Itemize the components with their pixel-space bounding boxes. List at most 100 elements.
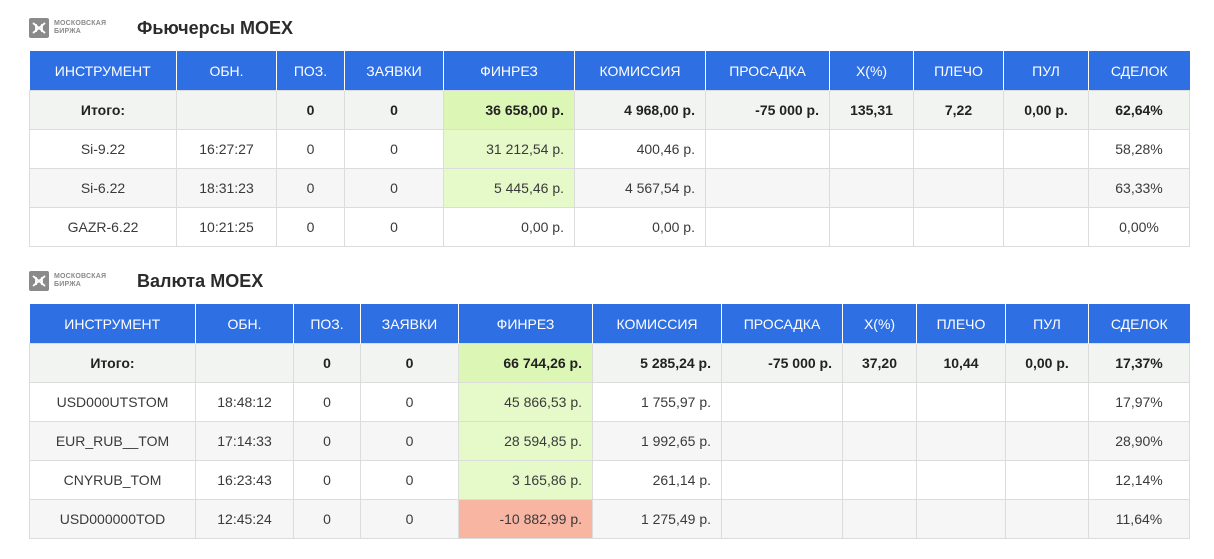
cell-finres: 31 212,54 р. bbox=[443, 129, 575, 169]
cell-commission: 1 275,49 р. bbox=[592, 499, 722, 539]
table-row[interactable]: GAZR-6.22 10:21:25 0 0 0,00 р. 0,00 р. 0… bbox=[29, 207, 1190, 247]
col-instrument[interactable]: ИНСТРУМЕНТ bbox=[29, 304, 196, 344]
cell-updated: 18:31:23 bbox=[176, 168, 277, 208]
cell-drawdown bbox=[721, 382, 843, 422]
cell-leverage: 10,44 bbox=[916, 343, 1006, 383]
col-deals[interactable]: СДЕЛОК bbox=[1088, 304, 1190, 344]
cell-pool: 0,00 р. bbox=[1005, 343, 1089, 383]
cell-leverage bbox=[916, 421, 1006, 461]
table-row[interactable]: Si-9.22 16:27:27 0 0 31 212,54 р. 400,46… bbox=[29, 129, 1190, 169]
col-pool[interactable]: ПУЛ bbox=[1005, 304, 1089, 344]
table-row[interactable]: CNYRUB_TOM 16:23:43 0 0 3 165,86 р. 261,… bbox=[29, 460, 1190, 500]
cell-position: 0 bbox=[293, 343, 361, 383]
cell-commission: 400,46 р. bbox=[574, 129, 706, 169]
logo-text-line1: МОСКОВСКАЯ bbox=[54, 273, 107, 280]
cell-finres: 5 445,46 р. bbox=[443, 168, 575, 208]
col-updated[interactable]: ОБН. bbox=[195, 304, 294, 344]
cell-position: 0 bbox=[293, 382, 361, 422]
col-commission[interactable]: КОМИССИЯ bbox=[574, 51, 706, 91]
cell-instrument: EUR_RUB__TOM bbox=[29, 421, 196, 461]
cell-x-pct bbox=[829, 129, 914, 169]
cell-pool bbox=[1005, 460, 1089, 500]
cell-updated bbox=[195, 343, 294, 383]
cell-deals: 28,90% bbox=[1088, 421, 1190, 461]
cell-leverage bbox=[916, 382, 1006, 422]
col-commission[interactable]: КОМИССИЯ bbox=[592, 304, 722, 344]
col-finres[interactable]: ФИНРЕЗ bbox=[458, 304, 593, 344]
col-leverage[interactable]: ПЛЕЧО bbox=[916, 304, 1006, 344]
cell-updated: 16:27:27 bbox=[176, 129, 277, 169]
cell-leverage bbox=[913, 129, 1004, 169]
cell-instrument: USD000UTSTOM bbox=[29, 382, 196, 422]
col-updated[interactable]: ОБН. bbox=[176, 51, 277, 91]
logo-text-line2: БИРЖА bbox=[54, 281, 82, 288]
cell-instrument: Si-9.22 bbox=[29, 129, 177, 169]
cell-x-pct bbox=[842, 421, 917, 461]
col-finres[interactable]: ФИНРЕЗ bbox=[443, 51, 575, 91]
cell-leverage: 7,22 bbox=[913, 90, 1004, 130]
col-leverage[interactable]: ПЛЕЧО bbox=[913, 51, 1004, 91]
cell-updated: 17:14:33 bbox=[195, 421, 294, 461]
cell-x-pct: 135,31 bbox=[829, 90, 914, 130]
cell-pool: 0,00 р. bbox=[1003, 90, 1089, 130]
cell-leverage bbox=[913, 207, 1004, 247]
cell-orders: 0 bbox=[344, 207, 444, 247]
moex-logo: МОСКОВСКАЯ БИРЖА bbox=[29, 18, 126, 38]
table-row[interactable]: EUR_RUB__TOM 17:14:33 0 0 28 594,85 р. 1… bbox=[29, 421, 1190, 461]
col-x-pct[interactable]: X(%) bbox=[842, 304, 917, 344]
cell-leverage bbox=[916, 499, 1006, 539]
table-header-row: ИНСТРУМЕНТ ОБН. ПОЗ. ЗАЯВКИ ФИНРЕЗ КОМИС… bbox=[29, 51, 1190, 91]
cell-x-pct: 37,20 bbox=[842, 343, 917, 383]
cell-deals: 11,64% bbox=[1088, 499, 1190, 539]
col-drawdown[interactable]: ПРОСАДКА bbox=[705, 51, 830, 91]
cell-commission: 261,14 р. bbox=[592, 460, 722, 500]
col-orders[interactable]: ЗАЯВКИ bbox=[344, 51, 444, 91]
moex-logo-icon bbox=[29, 18, 49, 38]
cell-finres: 3 165,86 р. bbox=[458, 460, 593, 500]
cell-commission: 1 992,65 р. bbox=[592, 421, 722, 461]
cell-updated: 10:21:25 bbox=[176, 207, 277, 247]
section-title: Валюта MOEX bbox=[137, 270, 264, 291]
total-label: Итого: bbox=[29, 90, 177, 130]
cell-x-pct bbox=[842, 499, 917, 539]
table-header-row: ИНСТРУМЕНТ ОБН. ПОЗ. ЗАЯВКИ ФИНРЕЗ КОМИС… bbox=[29, 304, 1190, 344]
cell-deals: 12,14% bbox=[1088, 460, 1190, 500]
cell-drawdown bbox=[705, 168, 830, 208]
total-row: Итого: 0 0 36 658,00 р. 4 968,00 р. -75 … bbox=[29, 90, 1190, 130]
col-x-pct[interactable]: X(%) bbox=[829, 51, 914, 91]
col-deals[interactable]: СДЕЛОК bbox=[1088, 51, 1190, 91]
cell-drawdown: -75 000 р. bbox=[721, 343, 843, 383]
col-position[interactable]: ПОЗ. bbox=[293, 304, 361, 344]
futures-section: МОСКОВСКАЯ БИРЖА Фьючерсы MOEX ИНСТРУМЕН… bbox=[29, 12, 1190, 247]
cell-pool bbox=[1003, 129, 1089, 169]
col-orders[interactable]: ЗАЯВКИ bbox=[360, 304, 459, 344]
col-pool[interactable]: ПУЛ bbox=[1003, 51, 1089, 91]
cell-orders: 0 bbox=[344, 129, 444, 169]
cell-orders: 0 bbox=[360, 343, 459, 383]
total-label: Итого: bbox=[29, 343, 196, 383]
cell-instrument: USD000000TOD bbox=[29, 499, 196, 539]
futures-table: ИНСТРУМЕНТ ОБН. ПОЗ. ЗАЯВКИ ФИНРЕЗ КОМИС… bbox=[29, 51, 1190, 247]
cell-x-pct bbox=[829, 168, 914, 208]
table-row[interactable]: USD000UTSTOM 18:48:12 0 0 45 866,53 р. 1… bbox=[29, 382, 1190, 422]
cell-leverage bbox=[913, 168, 1004, 208]
cell-pool bbox=[1005, 499, 1089, 539]
cell-deals: 63,33% bbox=[1088, 168, 1190, 208]
table-row[interactable]: USD000000TOD 12:45:24 0 0 -10 882,99 р. … bbox=[29, 499, 1190, 539]
cell-updated: 16:23:43 bbox=[195, 460, 294, 500]
cell-commission: 1 755,97 р. bbox=[592, 382, 722, 422]
cell-x-pct bbox=[842, 382, 917, 422]
table-row[interactable]: Si-6.22 18:31:23 0 0 5 445,46 р. 4 567,5… bbox=[29, 168, 1190, 208]
cell-position: 0 bbox=[293, 460, 361, 500]
logo-text-line2: БИРЖА bbox=[54, 28, 82, 35]
cell-finres: 36 658,00 р. bbox=[443, 90, 575, 130]
col-position[interactable]: ПОЗ. bbox=[276, 51, 345, 91]
col-drawdown[interactable]: ПРОСАДКА bbox=[721, 304, 843, 344]
cell-pool bbox=[1003, 168, 1089, 208]
cell-updated: 18:48:12 bbox=[195, 382, 294, 422]
futures-header: МОСКОВСКАЯ БИРЖА Фьючерсы MOEX bbox=[29, 12, 1189, 44]
cell-commission: 0,00 р. bbox=[574, 207, 706, 247]
cell-drawdown: -75 000 р. bbox=[705, 90, 830, 130]
col-instrument[interactable]: ИНСТРУМЕНТ bbox=[29, 51, 177, 91]
cell-commission: 5 285,24 р. bbox=[592, 343, 722, 383]
